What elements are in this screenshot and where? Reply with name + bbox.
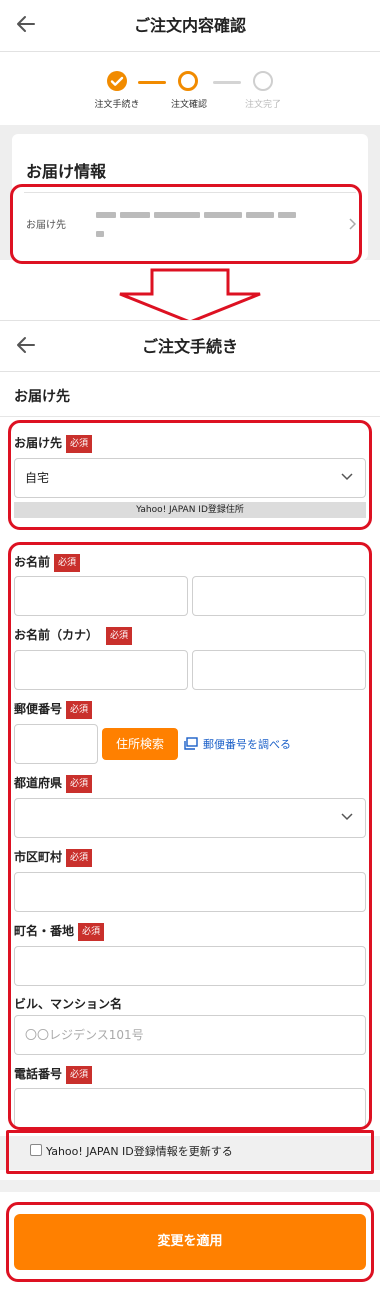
- postal-label-text: 郵便番号: [14, 702, 63, 716]
- street-label-text: 町名・番地: [14, 924, 75, 938]
- required-badge: 必須: [66, 434, 93, 453]
- divider: [0, 416, 380, 417]
- page-title: ご注文内容確認: [133, 16, 246, 35]
- delivery-info-card: お届け情報 お届け先: [12, 134, 368, 260]
- last-name-input[interactable]: [14, 576, 188, 616]
- divider: [24, 192, 356, 193]
- prefecture-label-text: 都道府県: [14, 776, 63, 790]
- required-badge: 必須: [66, 700, 93, 719]
- required-badge: 必須: [78, 922, 105, 941]
- kana-label-text: お名前（カナ）: [14, 628, 99, 642]
- chevron-down-icon: [341, 473, 353, 481]
- delivery-select-value: 自宅: [25, 471, 50, 485]
- required-badge: 必須: [66, 848, 93, 867]
- street-field-label: 町名・番地 必須: [14, 922, 105, 941]
- step-done-icon: [107, 71, 127, 91]
- prefecture-select[interactable]: [14, 798, 366, 838]
- registered-address-note: Yahoo! JAPAN ID登録住所: [14, 502, 366, 518]
- update-registration-label[interactable]: Yahoo! JAPAN ID登録情報を更新する: [46, 1143, 233, 1159]
- step-label: 注文完了: [244, 100, 281, 110]
- building-input[interactable]: 〇〇レジデンス101号: [14, 1015, 366, 1055]
- page-title: ご注文手続き: [141, 337, 238, 356]
- apply-changes-button[interactable]: 変更を適用: [14, 1214, 366, 1270]
- address-label: お届け先: [26, 220, 66, 231]
- update-registration-row[interactable]: Yahoo! JAPAN ID登録情報を更新する: [0, 1136, 380, 1170]
- required-badge: 必須: [66, 774, 93, 793]
- step-connector: [213, 81, 241, 84]
- update-registration-checkbox[interactable]: [30, 1144, 42, 1156]
- card-title: お届け情報: [26, 162, 107, 181]
- postal-lookup-link[interactable]: 郵便番号を調べる: [203, 736, 291, 752]
- city-field-label: 市区町村 必須: [14, 848, 93, 867]
- phone-input[interactable]: [14, 1088, 366, 1128]
- procedure-header: ご注文手続き: [0, 320, 380, 372]
- required-badge: 必須: [66, 1065, 93, 1084]
- redacted-address[interactable]: [94, 204, 334, 238]
- step-label: 注文確認: [170, 100, 207, 110]
- address-search-button[interactable]: 住所検索: [102, 728, 178, 760]
- chevron-right-icon[interactable]: [348, 218, 356, 230]
- delivery-label-text: お届け先: [14, 436, 63, 450]
- down-arrow-icon: [119, 268, 261, 324]
- step-label: 注文手続き: [94, 100, 140, 110]
- street-input[interactable]: [14, 946, 366, 986]
- name-label-text: お名前: [14, 555, 51, 569]
- external-window-icon: [184, 737, 198, 750]
- section-title: お届け先: [14, 389, 70, 405]
- last-name-kana-input[interactable]: [14, 650, 188, 690]
- first-name-input[interactable]: [192, 576, 366, 616]
- city-label-text: 市区町村: [14, 850, 63, 864]
- required-badge: 必須: [54, 553, 81, 572]
- city-input[interactable]: [14, 872, 366, 912]
- delivery-select[interactable]: 自宅: [14, 458, 366, 498]
- building-field-label: ビル、マンション名: [14, 997, 123, 1011]
- phone-label-text: 電話番号: [14, 1067, 63, 1081]
- prefecture-field-label: 都道府県 必須: [14, 774, 93, 793]
- step-connector: [138, 81, 166, 84]
- name-field-label: お名前 必須: [14, 553, 81, 572]
- required-badge: 必須: [106, 626, 133, 645]
- postal-field-label: 郵便番号 必須: [14, 700, 93, 719]
- divider: [0, 1180, 380, 1192]
- kana-field-label: お名前（カナ） 必須: [14, 626, 133, 645]
- chevron-down-icon: [341, 813, 353, 821]
- delivery-field-label: お届け先 必須: [14, 434, 93, 453]
- step-pending-icon: [253, 71, 273, 91]
- first-name-kana-input[interactable]: [192, 650, 366, 690]
- progress-steps: 注文手続き 注文確認 注文完了: [0, 53, 380, 125]
- postal-code-input[interactable]: [14, 724, 98, 764]
- step-current-icon: [178, 71, 198, 91]
- phone-field-label: 電話番号 必須: [14, 1065, 93, 1084]
- confirm-header: ご注文内容確認: [0, 0, 380, 52]
